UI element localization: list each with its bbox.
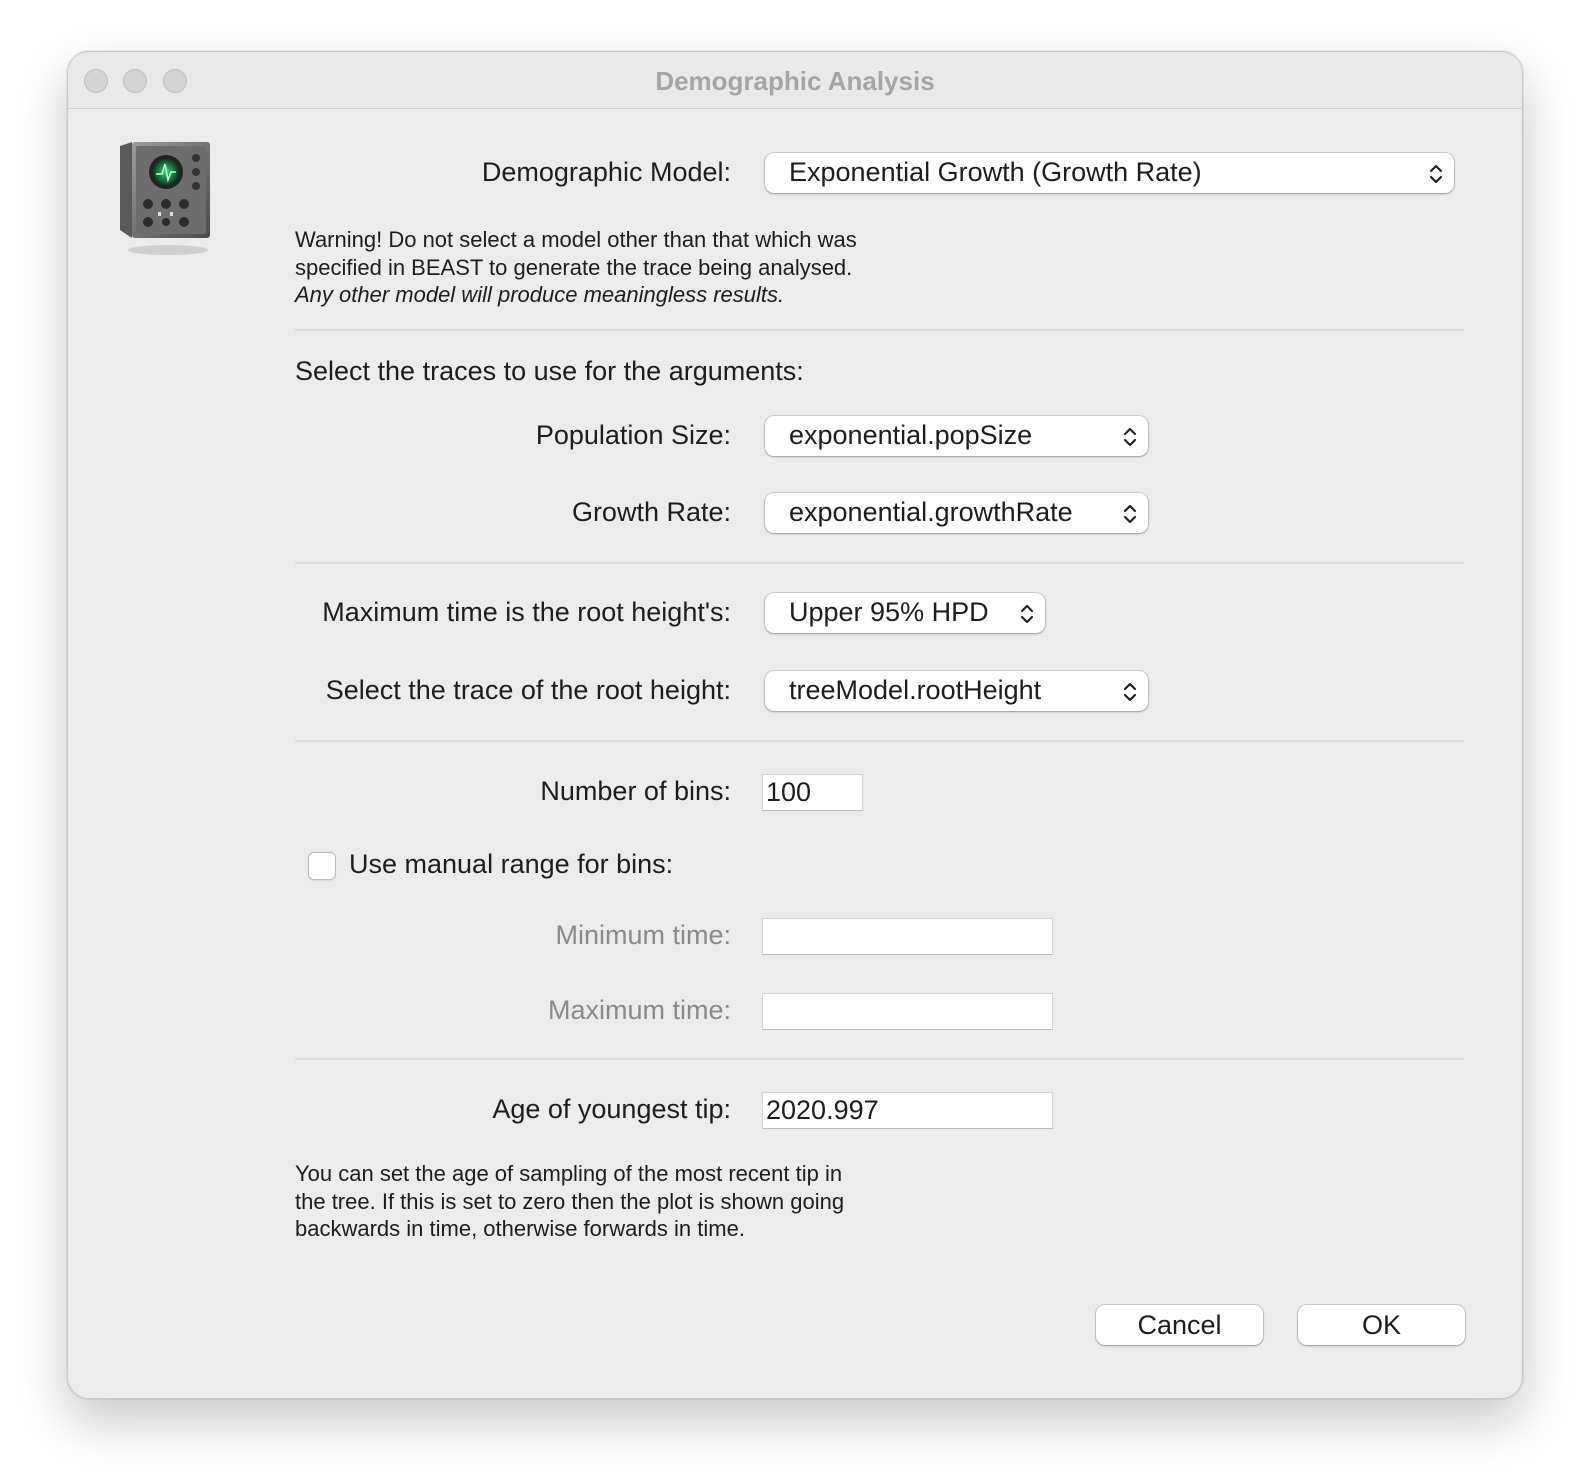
max-time-root-value: Upper 95% HPD bbox=[789, 597, 989, 627]
traces-heading: Select the traces to use for the argumen… bbox=[295, 356, 804, 386]
max-time-root-select[interactable]: Upper 95% HPD bbox=[765, 593, 1045, 633]
demographic-model-select[interactable]: Exponential Growth (Growth Rate) bbox=[765, 153, 1454, 193]
youngest-tip-age-label: Age of youngest tip: bbox=[492, 1094, 731, 1124]
demographic-model-value: Exponential Growth (Growth Rate) bbox=[789, 157, 1202, 187]
help-line-2: the tree. If this is set to zero then th… bbox=[295, 1188, 845, 1214]
warning-line-2: specified in BEAST to generate the trace… bbox=[295, 254, 853, 280]
oscilloscope-icon bbox=[120, 142, 210, 255]
warning-italic-line: Any other model will produce meaningless… bbox=[295, 282, 785, 307]
growth-rate-value: exponential.growthRate bbox=[789, 497, 1073, 527]
youngest-tip-age-value: 2020.997 bbox=[766, 1095, 879, 1125]
demographic-model-label: Demographic Model: bbox=[481, 157, 731, 187]
root-height-trace-label: Select the trace of the root height: bbox=[325, 675, 731, 705]
number-of-bins-value: 100 bbox=[766, 777, 812, 807]
dialog-window: Demographic Analysis Demographic Model: … bbox=[67, 51, 1523, 1399]
population-size-select[interactable]: exponential.popSize bbox=[765, 416, 1148, 456]
minimum-time-label: Minimum time: bbox=[555, 920, 731, 950]
population-size-label: Population Size: bbox=[535, 420, 731, 450]
separator bbox=[295, 740, 1464, 742]
chevron-updown-icon bbox=[1429, 164, 1443, 184]
growth-rate-label: Growth Rate: bbox=[571, 497, 731, 527]
help-line-1: You can set the age of sampling of the m… bbox=[295, 1161, 843, 1186]
chevron-updown-icon bbox=[1123, 427, 1137, 447]
separator bbox=[295, 329, 1464, 331]
root-height-trace-value: treeModel.rootHeight bbox=[789, 675, 1042, 705]
population-size-value: exponential.popSize bbox=[789, 420, 1033, 450]
growth-rate-select[interactable]: exponential.growthRate bbox=[765, 493, 1148, 533]
manual-range-label: Use manual range for bins: bbox=[349, 849, 674, 879]
chevron-updown-icon bbox=[1123, 682, 1137, 702]
youngest-tip-age-input[interactable]: 2020.997 bbox=[762, 1092, 1053, 1129]
number-of-bins-label: Number of bins: bbox=[540, 776, 731, 806]
tip-help-text: You can set the age of sampling of the m… bbox=[295, 1160, 844, 1243]
separator bbox=[295, 562, 1464, 564]
ok-button[interactable]: OK bbox=[1298, 1305, 1465, 1345]
manual-range-checkbox[interactable] bbox=[308, 852, 336, 880]
separator bbox=[295, 1058, 1464, 1060]
title-bar: Demographic Analysis bbox=[68, 52, 1522, 109]
help-line-3: backwards in time, otherwise forwards in… bbox=[295, 1216, 745, 1241]
number-of-bins-input[interactable]: 100 bbox=[762, 774, 863, 811]
chevron-updown-icon bbox=[1123, 504, 1137, 524]
window-title: Demographic Analysis bbox=[655, 66, 935, 96]
minimum-time-input[interactable] bbox=[762, 918, 1053, 955]
root-height-trace-select[interactable]: treeModel.rootHeight bbox=[765, 671, 1148, 711]
maximum-time-label: Maximum time: bbox=[547, 995, 731, 1025]
maximum-time-input[interactable] bbox=[762, 993, 1053, 1030]
model-warning: Warning! Do not select a model other tha… bbox=[295, 226, 857, 309]
chevron-updown-icon bbox=[1020, 604, 1034, 624]
max-time-root-label: Maximum time is the root height's: bbox=[322, 597, 731, 627]
warning-line-1: Warning! Do not select a model other tha… bbox=[295, 227, 857, 252]
cancel-button[interactable]: Cancel bbox=[1096, 1305, 1263, 1345]
